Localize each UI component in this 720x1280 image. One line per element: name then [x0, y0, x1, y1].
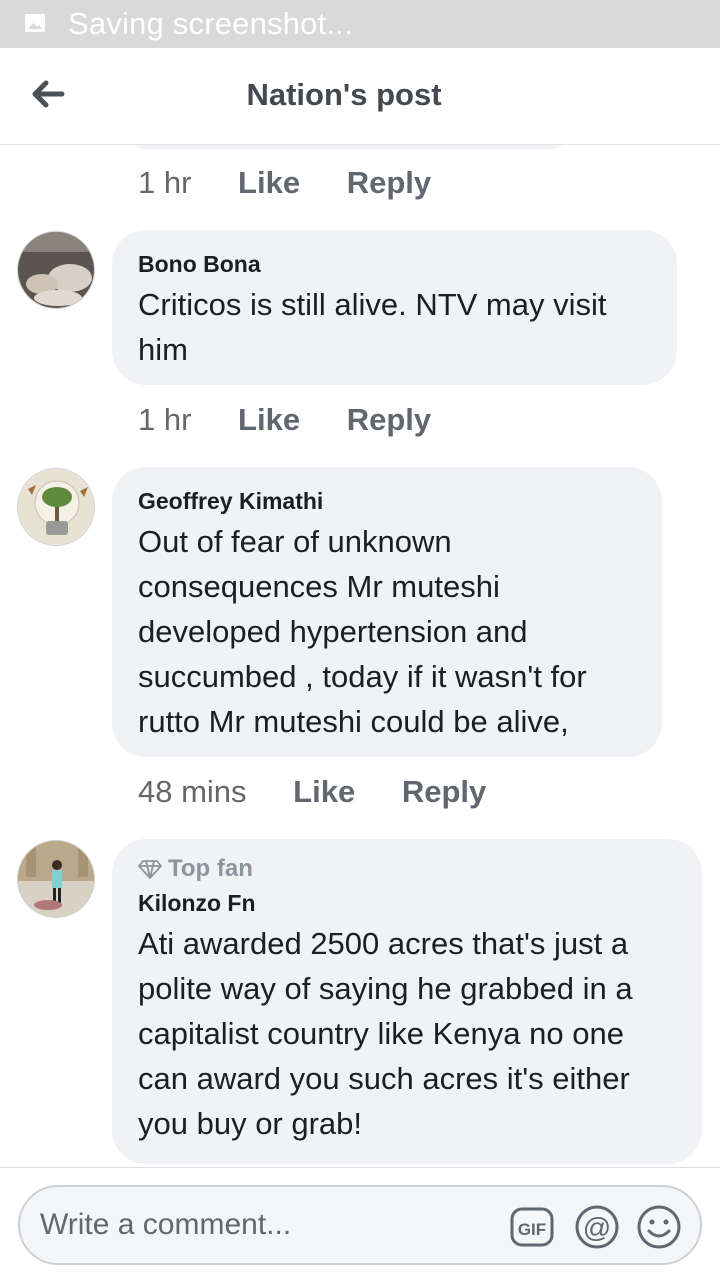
comment-composer: Write a comment... GIF @: [0, 1167, 720, 1280]
top-fan-label: Top fan: [168, 855, 253, 882]
comment-bubble: Bono Bona Criticos is still alive. NTV m…: [112, 230, 677, 385]
comment-text: Criticos is still alive. NTV may visit h…: [138, 287, 607, 367]
mention-icon[interactable]: @: [573, 1203, 621, 1251]
comment-input-box[interactable]: Write a comment... GIF @: [18, 1185, 702, 1265]
like-button[interactable]: Like: [238, 163, 300, 203]
reply-button[interactable]: Reply: [347, 163, 431, 203]
comment-bubble: Geoffrey Kimathi Out of fear of unknown …: [112, 467, 662, 757]
comment-bubble: Top fan Kilonzo Fn Ati awarded 2500 acre…: [112, 839, 702, 1164]
comments-list[interactable]: 1 hr Like Reply Bono Bona Criticos is st…: [0, 145, 720, 1167]
emoji-icon[interactable]: [635, 1203, 683, 1251]
comment-text: Out of fear of unknown consequences Mr m…: [138, 524, 587, 739]
avatar[interactable]: [17, 231, 95, 309]
gif-icon[interactable]: GIF: [508, 1203, 556, 1251]
diamond-icon: [138, 860, 162, 879]
like-button[interactable]: Like: [238, 400, 300, 440]
avatar[interactable]: [17, 840, 95, 918]
page-title: Nation's post: [246, 77, 442, 112]
previous-comment-bubble: [128, 145, 570, 149]
post-header: Nation's post: [0, 48, 720, 145]
comment-author[interactable]: Kilonzo Fn: [138, 889, 676, 917]
status-bar: Saving screenshot...: [0, 0, 720, 48]
like-button[interactable]: Like: [293, 772, 355, 812]
reply-button[interactable]: Reply: [402, 772, 486, 812]
comment-author[interactable]: Bono Bona: [138, 250, 651, 278]
svg-text:GIF: GIF: [518, 1220, 546, 1239]
comment-time: 1 hr: [138, 165, 192, 200]
status-text: Saving screenshot...: [68, 6, 353, 41]
comment-time: 1 hr: [138, 402, 192, 437]
comment-actions: 1 hr Like Reply: [138, 400, 431, 440]
comment-actions: 48 mins Like Reply: [138, 772, 486, 812]
reply-button[interactable]: Reply: [347, 400, 431, 440]
image-icon: [25, 14, 45, 32]
comment-actions: 1 hr Like Reply: [138, 163, 431, 203]
svg-text:@: @: [583, 1212, 611, 1243]
comment-input[interactable]: Write a comment...: [40, 1207, 291, 1243]
comment-author[interactable]: Geoffrey Kimathi: [138, 487, 636, 515]
top-fan-badge: Top fan: [138, 855, 676, 883]
comment-time: 48 mins: [138, 774, 247, 809]
comment-text: Ati awarded 2500 acres that's just a pol…: [138, 926, 633, 1141]
avatar[interactable]: [17, 468, 95, 546]
